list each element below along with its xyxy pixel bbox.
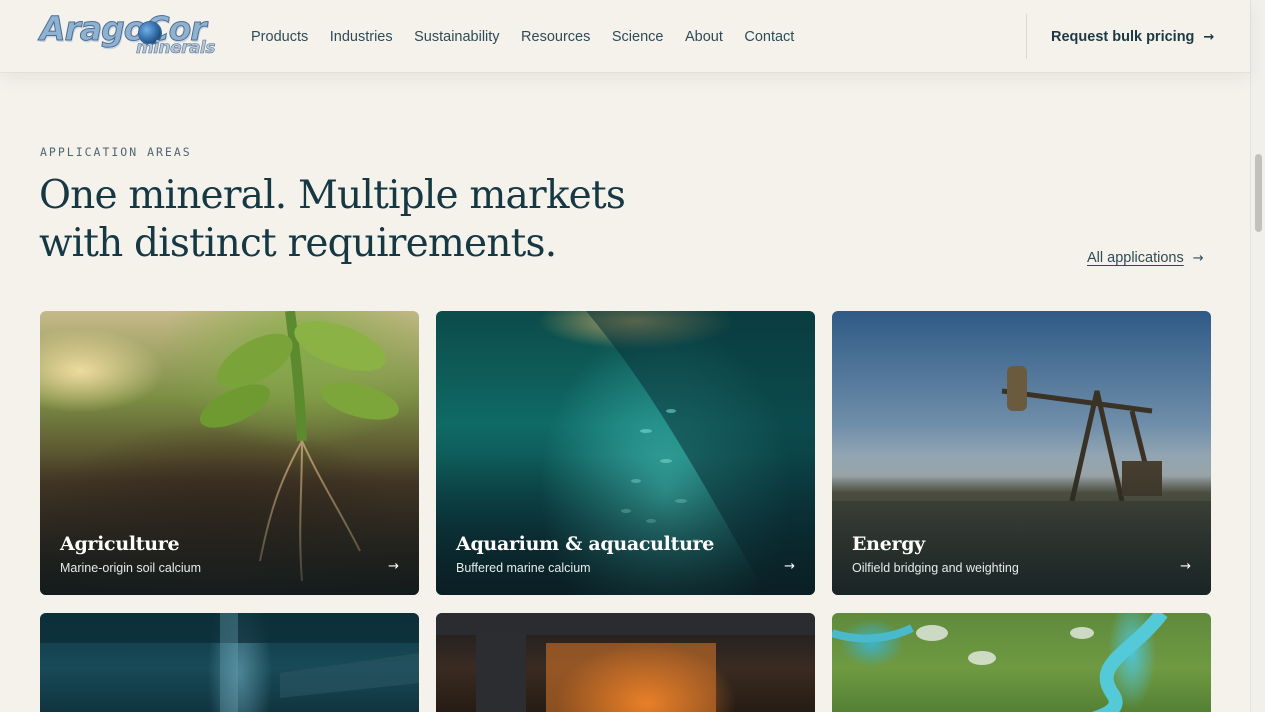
all-applications-label: All applications	[1087, 250, 1184, 266]
card-title: Aquarium & aquaculture	[456, 533, 715, 555]
card-title: Energy	[852, 533, 925, 555]
nav-science[interactable]: Science	[612, 27, 664, 47]
main-nav: Products Industries Sustainability Resou…	[251, 27, 816, 47]
nav-industries[interactable]: Industries	[330, 27, 393, 47]
application-card-5[interactable]	[436, 613, 815, 712]
application-card-energy[interactable]: Energy Oilfield bridging and weighting →	[832, 311, 1211, 595]
headline-line-1: One mineral. Multiple markets	[39, 173, 626, 218]
industrial-silo-image	[40, 613, 419, 712]
site-header: AragoCor minerals Products Industries Su…	[0, 0, 1250, 73]
all-applications-link[interactable]: All applications →	[1087, 250, 1204, 266]
cta-label: Request bulk pricing	[1051, 29, 1195, 45]
nav-contact[interactable]: Contact	[744, 27, 794, 47]
arrow-right-icon: →	[1192, 250, 1204, 266]
nav-sustainability[interactable]: Sustainability	[414, 27, 499, 47]
card-description: Oilfield bridging and weighting	[852, 561, 1019, 575]
arrow-right-icon: →	[784, 559, 795, 574]
nav-about[interactable]: About	[685, 27, 723, 47]
card-title: Agriculture	[60, 533, 180, 555]
brand-logo[interactable]: AragoCor minerals	[40, 9, 218, 59]
logo-subtitle: minerals	[136, 38, 216, 59]
page-scrollbar[interactable]	[1250, 0, 1265, 712]
application-card-agriculture[interactable]: Agriculture Marine-origin soil calcium →	[40, 311, 419, 595]
scrollbar-thumb[interactable]	[1255, 154, 1262, 232]
arrow-right-icon: →	[1203, 29, 1215, 45]
application-card-6[interactable]	[832, 613, 1211, 712]
section-eyebrow: APPLICATION AREAS	[40, 145, 192, 159]
application-card-aquarium-aquaculture[interactable]: Aquarium & aquaculture Buffered marine c…	[436, 311, 815, 595]
river-delta-image	[832, 613, 1168, 712]
arrow-right-icon: →	[1180, 559, 1191, 574]
card-description: Buffered marine calcium	[456, 561, 591, 575]
header-divider	[1026, 14, 1027, 59]
furnace-image	[436, 613, 815, 712]
nav-resources[interactable]: Resources	[521, 27, 590, 47]
arrow-right-icon: →	[388, 559, 399, 574]
headline-line-2: with distinct requirements.	[39, 221, 557, 266]
application-card-4[interactable]	[40, 613, 419, 712]
card-description: Marine-origin soil calcium	[60, 561, 202, 575]
section-headline: One mineral. Multiple markets with disti…	[39, 172, 679, 268]
nav-products[interactable]: Products	[251, 27, 308, 47]
request-bulk-pricing-button[interactable]: Request bulk pricing →	[1051, 27, 1214, 47]
